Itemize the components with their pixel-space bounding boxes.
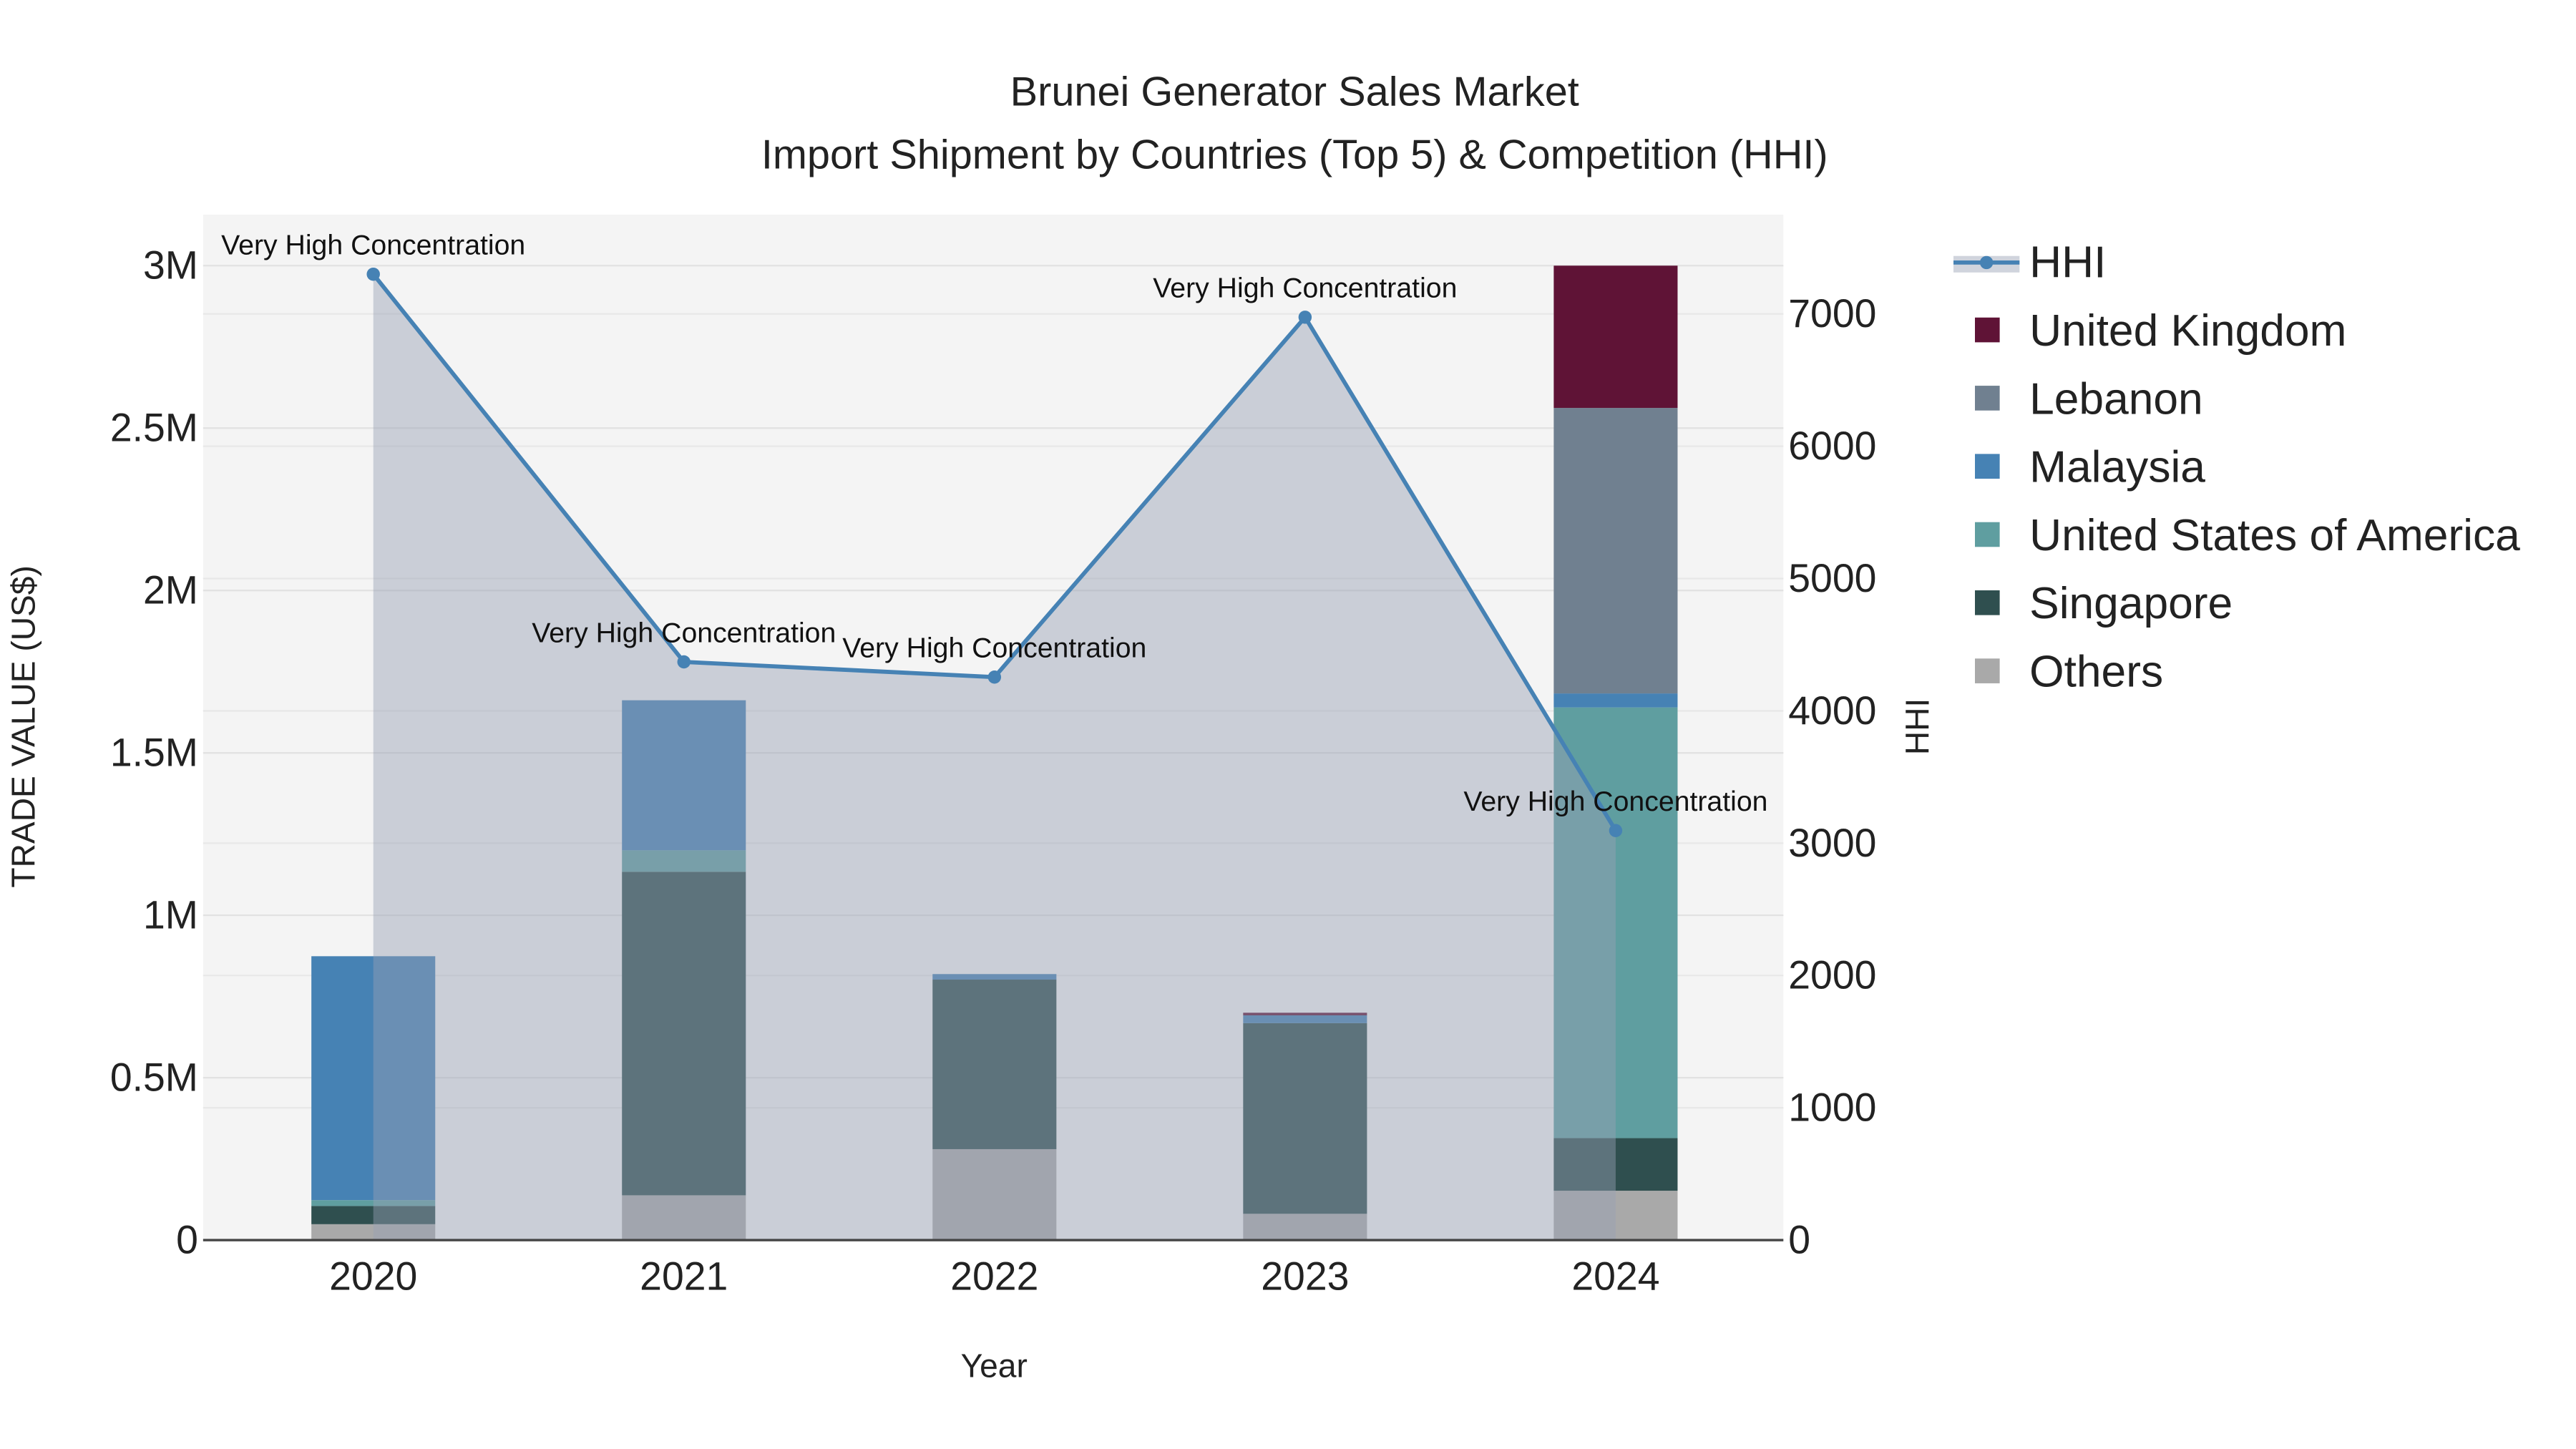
hhi-point-2024 bbox=[1609, 824, 1623, 838]
legend-label: Singapore bbox=[2029, 579, 2233, 628]
y-tick-label: 0.5M bbox=[110, 1055, 198, 1100]
hhi-annotation: Very High Concentration bbox=[1463, 786, 1767, 817]
chart-title-line1: Brunei Generator Sales Market bbox=[1010, 69, 1579, 115]
y-axis-label: TRADE VALUE (US$) bbox=[4, 565, 42, 887]
legend-label: Others bbox=[2029, 648, 2163, 697]
legend-swatch-malaysia bbox=[1975, 454, 2000, 479]
y-tick-label: 0 bbox=[176, 1218, 198, 1262]
hhi-annotation: Very High Concentration bbox=[842, 633, 1146, 664]
y2-tick-label: 7000 bbox=[1788, 291, 1876, 336]
hhi-annotation: Very High Concentration bbox=[221, 230, 525, 261]
chart: Brunei Generator Sales Market Import Shi… bbox=[4, 69, 2520, 1385]
bar-malaysia-2024 bbox=[1553, 693, 1678, 708]
x-tick-label: 2023 bbox=[1261, 1254, 1349, 1298]
hhi-point-2023 bbox=[1298, 311, 1312, 324]
x-tick-label: 2021 bbox=[640, 1254, 728, 1298]
y-tick-label: 2.5M bbox=[110, 406, 198, 450]
y2-tick-label: 2000 bbox=[1788, 953, 1876, 997]
x-tick-label: 2022 bbox=[950, 1254, 1038, 1298]
legend-label: Lebanon bbox=[2029, 374, 2203, 424]
bar-lebanon-2024 bbox=[1553, 408, 1678, 694]
legend-swatch-united-states-of-america bbox=[1975, 522, 2000, 547]
legend-label: United Kingdom bbox=[2029, 306, 2346, 356]
legend-swatch-others bbox=[1975, 658, 2000, 683]
y2-tick-label: 1000 bbox=[1788, 1085, 1876, 1130]
legend-label: HHI bbox=[2029, 238, 2106, 288]
y-tick-label: 3M bbox=[143, 243, 198, 288]
y2-tick-label: 4000 bbox=[1788, 688, 1876, 733]
x-tick-label: 2024 bbox=[1571, 1254, 1659, 1298]
x-tick-label: 2020 bbox=[329, 1254, 417, 1298]
hhi-point-2021 bbox=[677, 655, 691, 669]
legend-swatch-lebanon bbox=[1975, 386, 2000, 411]
x-axis-label: Year bbox=[961, 1347, 1028, 1385]
y2-axis-label: HHI bbox=[1898, 698, 1936, 755]
y2-tick-label: 6000 bbox=[1788, 424, 1876, 468]
y2-tick-label: 5000 bbox=[1788, 556, 1876, 600]
y-tick-label: 1.5M bbox=[110, 731, 198, 775]
y-tick-label: 2M bbox=[143, 568, 198, 613]
legend-swatch-united-kingdom bbox=[1975, 317, 2000, 343]
legend-swatch-hhi-marker bbox=[1979, 255, 1994, 270]
hhi-annotation: Very High Concentration bbox=[532, 617, 836, 648]
legend: HHI United Kingdom Lebanon Malaysia United S… bbox=[1953, 238, 2520, 697]
y2-tick-label: 0 bbox=[1788, 1218, 1810, 1262]
hhi-point-2022 bbox=[987, 670, 1002, 684]
chart-title-line2: Import Shipment by Countries (Top 5) & C… bbox=[761, 132, 1828, 177]
legend-label: Malaysia bbox=[2029, 443, 2205, 492]
bar-united-kingdom-2024 bbox=[1553, 265, 1678, 409]
y-tick-label: 1M bbox=[143, 893, 198, 937]
legend-label: United States of America bbox=[2029, 511, 2520, 560]
hhi-annotation: Very High Concentration bbox=[1153, 273, 1457, 304]
y2-tick-label: 3000 bbox=[1788, 821, 1876, 865]
legend-swatch-singapore bbox=[1975, 590, 2000, 615]
hhi-point-2020 bbox=[366, 267, 380, 281]
